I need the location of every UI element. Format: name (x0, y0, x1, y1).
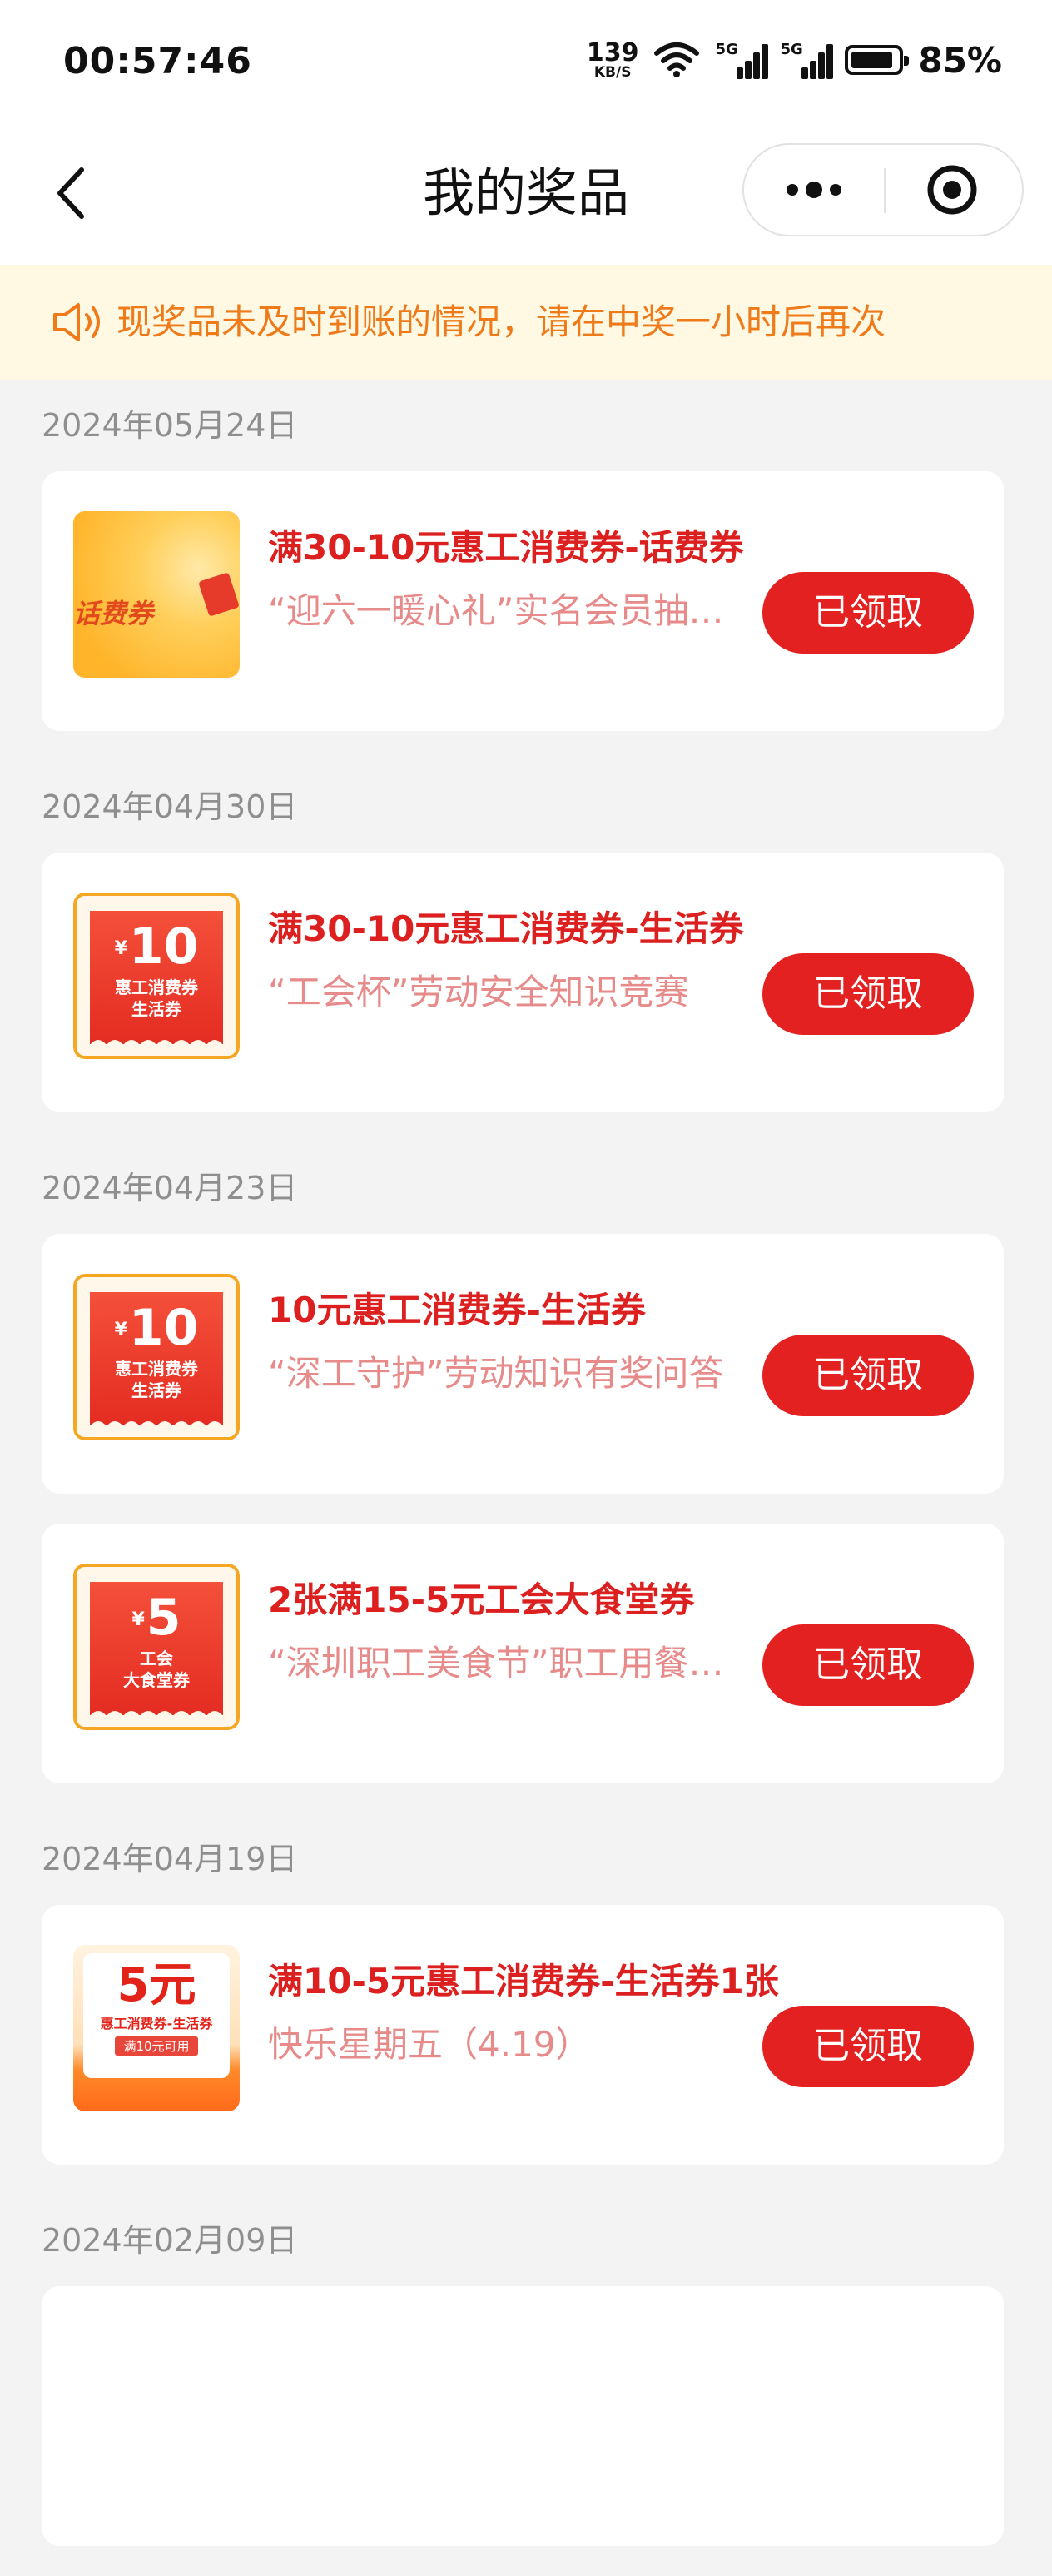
signal-label: 5G (715, 41, 738, 58)
prize-source: “深工守护”劳动知识有奖问答 (268, 1353, 724, 1394)
yen-symbol: ¥ (114, 938, 127, 960)
date-header: 2024年02月09日 (42, 2222, 298, 2259)
back-button[interactable] (48, 160, 98, 226)
status-icons: 139 KB/S 5G 5G 85% (587, 35, 1002, 85)
status-time: 00:57:46 (63, 40, 252, 82)
coupon-label-1: 惠工消费券-生活券 (100, 2016, 213, 2031)
coupon-label-2: 大食堂券 (123, 1670, 190, 1691)
prize-card[interactable]: ¥10 惠工消费券 生活券 10元惠工消费券-生活券 “深工守护”劳动知识有奖问… (42, 1234, 1004, 1494)
prize-card[interactable]: 5元 惠工消费券-生活券 满10元可用 满10-5元惠工消费券-生活券1张 快乐… (42, 1905, 1004, 2165)
prize-title: 满10-5元惠工消费券-生活券1张 (268, 1961, 779, 2002)
notice-text: 现奖品未及时到账的情况，请在中奖一小时后再次 (117, 301, 886, 342)
red-envelope-icon (198, 572, 240, 617)
coupon-label-2: 满10元可用 (115, 2036, 198, 2056)
prize-card[interactable]: ¥10 惠工消费券 生活券 满30-10元惠工消费券-生活券 “工会杯”劳动安全… (42, 853, 1004, 1112)
prize-title: 满30-10元惠工消费券-话费券 (268, 527, 744, 568)
chevron-left-icon (57, 167, 84, 219)
prize-source: “深圳职工美食节”职工用餐补贴 (268, 1643, 734, 1683)
nav-bar: 我的奖品 (0, 125, 1052, 265)
claimed-button[interactable]: 已领取 (762, 1624, 974, 1706)
status-bar: 00:57:46 139 KB/S 5G 5G 85% (0, 0, 1052, 125)
claimed-button[interactable]: 已领取 (762, 572, 974, 654)
signal-icon-sim1: 5G (715, 41, 769, 79)
mini-program-capsule (742, 143, 1024, 236)
coupon-label-1: 惠工消费券 (115, 977, 198, 998)
coupon-label-2: 生活券 (132, 999, 181, 1020)
claimed-button[interactable]: 已领取 (762, 1335, 974, 1416)
claimed-button[interactable]: 已领取 (762, 2006, 974, 2087)
yen-symbol: ¥ (132, 1609, 145, 1631)
thumb-label: 话费券 (73, 598, 154, 629)
prize-title: 10元惠工消费券-生活券 (268, 1290, 646, 1330)
prize-thumbnail: ¥5 工会 大食堂券 (73, 1564, 240, 1730)
battery-percent: 85% (918, 39, 1002, 81)
prize-thumbnail: 话费券 (73, 511, 240, 678)
coupon-zigzag-edge (90, 1421, 223, 1426)
date-header: 2024年05月24日 (42, 407, 298, 444)
date-header: 2024年04月30日 (42, 788, 298, 825)
prize-title: 满30-10元惠工消费券-生活券 (268, 908, 744, 949)
date-header: 2024年04月23日 (42, 1170, 298, 1206)
net-speed-unit: KB/S (593, 63, 632, 81)
notice-bar: 现奖品未及时到账的情况，请在中奖一小时后再次 (0, 265, 1052, 380)
coupon-zigzag-edge (90, 1040, 223, 1045)
yen-symbol: ¥ (114, 1320, 127, 1341)
speaker-icon (53, 303, 100, 341)
coupon-label-1: 惠工消费券 (115, 1359, 198, 1380)
date-header: 2024年04月19日 (42, 1841, 298, 1877)
coupon-amount: 5元 (117, 1958, 196, 2012)
signal-icon-sim2: 5G (780, 41, 834, 79)
more-dots-icon (787, 182, 841, 198)
prize-card[interactable]: ¥5 工会 大食堂券 2张满15-5元工会大食堂券 “深圳职工美食节”职工用餐补… (42, 1524, 1004, 1783)
more-button[interactable] (744, 145, 884, 235)
prize-thumbnail: ¥10 惠工消费券 生活券 (73, 893, 240, 1059)
claimed-button[interactable]: 已领取 (762, 953, 974, 1035)
prize-thumbnail: 5元 惠工消费券-生活券 满10元可用 (73, 1945, 240, 2111)
prize-list: 2024年05月24日 话费券 满30-10元惠工消费券-话费券 “迎六一暖心礼… (0, 380, 1052, 2576)
prize-source: 快乐星期五（4.19） (268, 2024, 591, 2065)
coupon-zigzag-edge (90, 1711, 223, 1716)
prize-card-partial[interactable] (42, 2286, 1004, 2546)
coupon-amount: 5 (146, 1589, 181, 1647)
coupon-label-2: 生活券 (132, 1380, 181, 1401)
prize-title: 2张满15-5元工会大食堂券 (268, 1579, 695, 1620)
prize-source: “工会杯”劳动安全知识竞赛 (268, 972, 689, 1012)
coupon-amount: 10 (128, 1299, 199, 1357)
prize-thumbnail: ¥10 惠工消费券 生活券 (73, 1274, 240, 1440)
close-mini-program-button[interactable] (886, 145, 1022, 235)
signal-label: 5G (780, 41, 803, 58)
coupon-amount: 10 (128, 918, 199, 976)
prize-card[interactable]: 话费券 满30-10元惠工消费券-话费券 “迎六一暖心礼”实名会员抽奖活动 已领… (42, 471, 1004, 731)
target-close-icon (927, 165, 977, 215)
net-speed: 139 KB/S (586, 37, 639, 81)
net-speed-value: 139 (586, 37, 639, 67)
coupon-label-1: 工会 (140, 1649, 173, 1669)
wifi-icon (654, 42, 700, 77)
battery-icon (845, 45, 910, 75)
prize-source: “迎六一暖心礼”实名会员抽奖活动 (268, 590, 734, 631)
